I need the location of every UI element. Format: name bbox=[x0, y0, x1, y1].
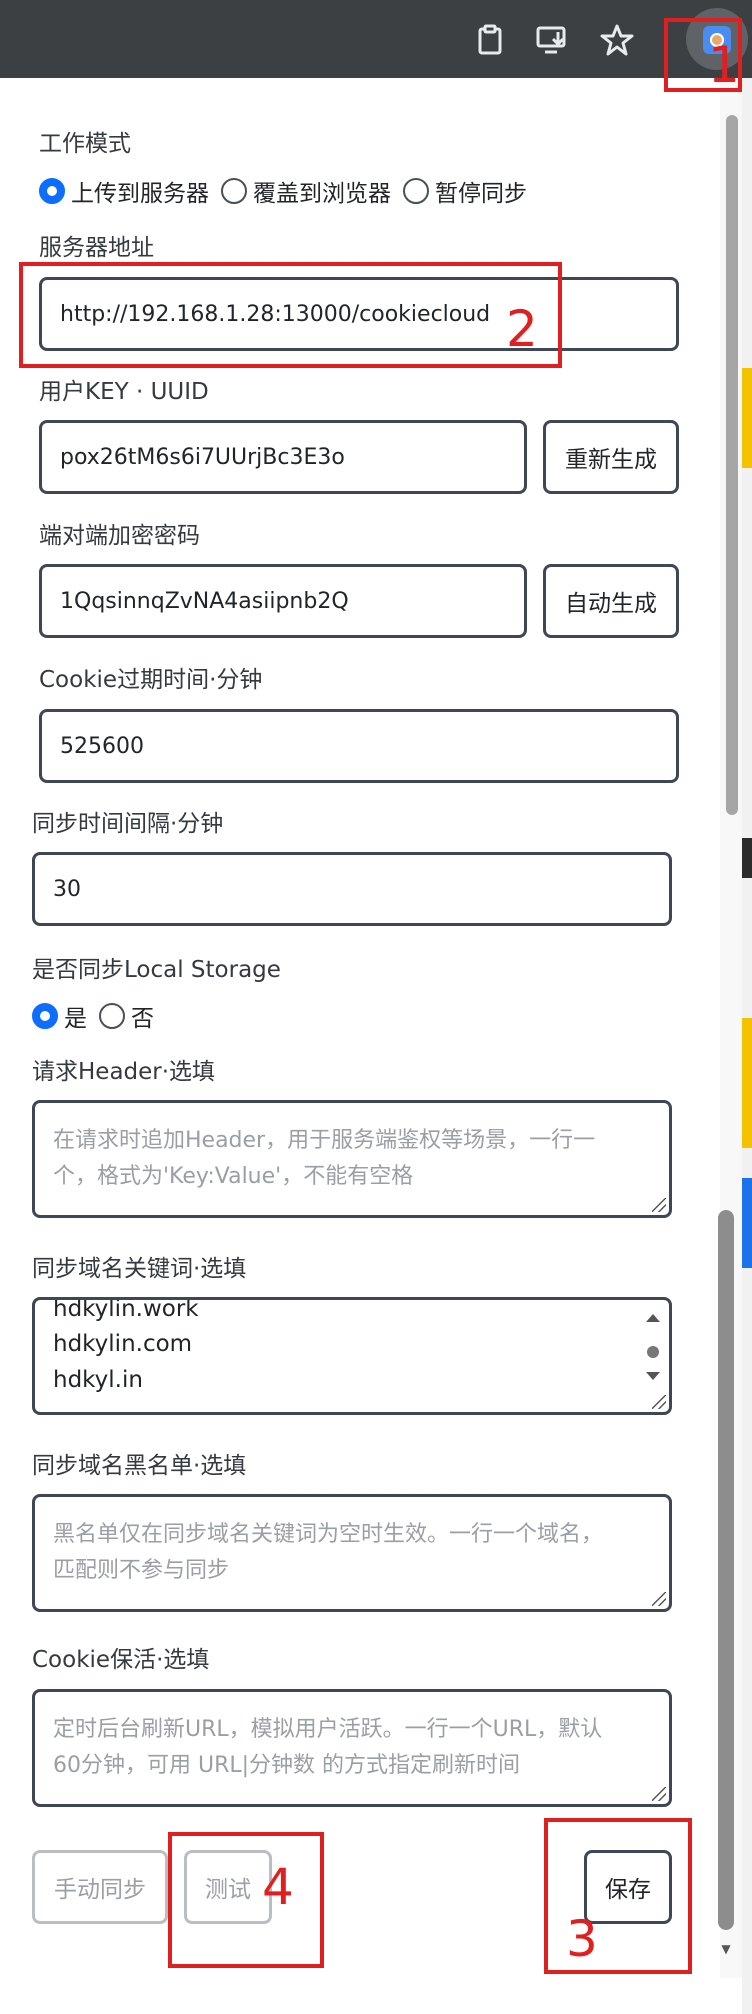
radio-unchecked-icon[interactable] bbox=[221, 178, 247, 204]
radio-label: 是 bbox=[64, 1006, 87, 1032]
sync-interval-input[interactable]: 30 bbox=[32, 852, 672, 926]
radio-checked-icon[interactable] bbox=[32, 1003, 58, 1029]
cookie-expire-label: Cookie过期时间·分钟 bbox=[39, 667, 263, 693]
radio-label: 暂停同步 bbox=[435, 181, 527, 207]
resize-grip-icon[interactable] bbox=[652, 1198, 666, 1212]
resize-grip-icon[interactable] bbox=[652, 1787, 666, 1801]
keyword-line: hdkylin.work bbox=[53, 1297, 199, 1322]
auto-generate-password-button[interactable]: 自动生成 bbox=[543, 564, 679, 638]
radio-label: 否 bbox=[131, 1006, 154, 1032]
radio-local-storage-no[interactable]: 否 bbox=[99, 999, 154, 1033]
cookie-expire-input[interactable]: 525600 bbox=[39, 709, 679, 783]
placeholder-line: 定时后台刷新URL，模拟用户活跃。一行一个URL，默认 bbox=[53, 1717, 603, 1742]
placeholder-line: 个，格式为'Key:Value'，不能有空格 bbox=[53, 1164, 414, 1189]
popup-scroll-thumb[interactable] bbox=[718, 1210, 734, 1930]
placeholder-line: 匹配则不参与同步 bbox=[53, 1558, 230, 1583]
scroll-down-arrow[interactable]: ▼ bbox=[718, 1942, 734, 1956]
manual-sync-button[interactable]: 手动同步 bbox=[32, 1850, 168, 1924]
annotation-number-1: 1 bbox=[708, 36, 740, 94]
domain-keywords-textarea[interactable]: hdkylin.work hdkylin.com hdkyl.in bbox=[32, 1297, 672, 1415]
clipboard-icon[interactable] bbox=[472, 22, 508, 58]
user-key-input[interactable]: pox26tM6s6i7UUrjBc3E3o bbox=[39, 420, 527, 494]
annotation-box-2 bbox=[19, 262, 562, 368]
work-mode-radio-group: 上传到服务器 覆盖到浏览器 暂停同步 bbox=[39, 174, 539, 208]
keepalive-textarea[interactable]: 定时后台刷新URL，模拟用户活跃。一行一个URL，默认 60分钟，可用 URL|… bbox=[32, 1689, 672, 1807]
radio-checked-icon[interactable] bbox=[39, 178, 65, 204]
e2e-password-input[interactable]: 1QqsinnqZvNA4asiipnb2Q bbox=[39, 564, 527, 638]
server-address-label: 服务器地址 bbox=[39, 235, 154, 261]
radio-pause-sync[interactable]: 暂停同步 bbox=[403, 174, 527, 208]
annotation-number-3: 3 bbox=[566, 1910, 598, 1968]
keyword-line: hdkyl.in bbox=[53, 1367, 143, 1393]
radio-unchecked-icon[interactable] bbox=[403, 178, 429, 204]
sync-interval-label: 同步时间间隔·分钟 bbox=[32, 811, 224, 837]
keyword-line: hdkylin.com bbox=[53, 1331, 193, 1357]
placeholder-line: 在请求时追加Header，用于服务端鉴权等场景，一行一 bbox=[53, 1128, 596, 1153]
textarea-scrollbar[interactable] bbox=[643, 1310, 663, 1402]
regenerate-key-button[interactable]: 重新生成 bbox=[543, 420, 679, 494]
browser-toolbar bbox=[0, 0, 752, 78]
radio-local-storage-yes[interactable]: 是 bbox=[32, 999, 87, 1033]
domain-keywords-label: 同步域名关键词·选填 bbox=[32, 1256, 247, 1282]
radio-overwrite-browser[interactable]: 覆盖到浏览器 bbox=[221, 174, 391, 208]
annotation-number-4: 4 bbox=[262, 1858, 294, 1916]
request-header-label: 请求Header·选填 bbox=[32, 1059, 216, 1085]
page-scroll-thumb[interactable] bbox=[726, 115, 738, 815]
radio-label: 覆盖到浏览器 bbox=[253, 181, 391, 207]
background-page-strip bbox=[742, 78, 752, 2014]
resize-grip-icon[interactable] bbox=[652, 1395, 666, 1409]
keepalive-label: Cookie保活·选填 bbox=[32, 1647, 210, 1673]
work-mode-label: 工作模式 bbox=[39, 131, 131, 157]
radio-unchecked-icon[interactable] bbox=[99, 1003, 125, 1029]
local-storage-label: 是否同步Local Storage bbox=[32, 957, 281, 983]
resize-grip-icon[interactable] bbox=[652, 1592, 666, 1606]
placeholder-line: 黑名单仅在同步域名关键词为空时生效。一行一个域名， bbox=[53, 1522, 604, 1547]
domain-blacklist-textarea[interactable]: 黑名单仅在同步域名关键词为空时生效。一行一个域名， 匹配则不参与同步 bbox=[32, 1494, 672, 1612]
user-key-label: 用户KEY · UUID bbox=[39, 379, 209, 405]
radio-upload-to-server[interactable]: 上传到服务器 bbox=[39, 174, 209, 208]
placeholder-line: 60分钟，可用 URL|分钟数 的方式指定刷新时间 bbox=[53, 1753, 521, 1778]
annotation-number-2: 2 bbox=[506, 300, 538, 358]
domain-blacklist-label: 同步域名黑名单·选填 bbox=[32, 1453, 247, 1479]
install-app-icon[interactable] bbox=[535, 22, 571, 58]
local-storage-radio-group: 是 否 bbox=[32, 999, 166, 1033]
e2e-password-label: 端对端加密密码 bbox=[39, 523, 200, 549]
star-icon[interactable] bbox=[599, 22, 635, 58]
radio-label: 上传到服务器 bbox=[71, 181, 209, 207]
request-header-textarea[interactable]: 在请求时追加Header，用于服务端鉴权等场景，一行一 个，格式为'Key:Va… bbox=[32, 1100, 672, 1218]
annotation-box-4 bbox=[168, 1832, 324, 1968]
